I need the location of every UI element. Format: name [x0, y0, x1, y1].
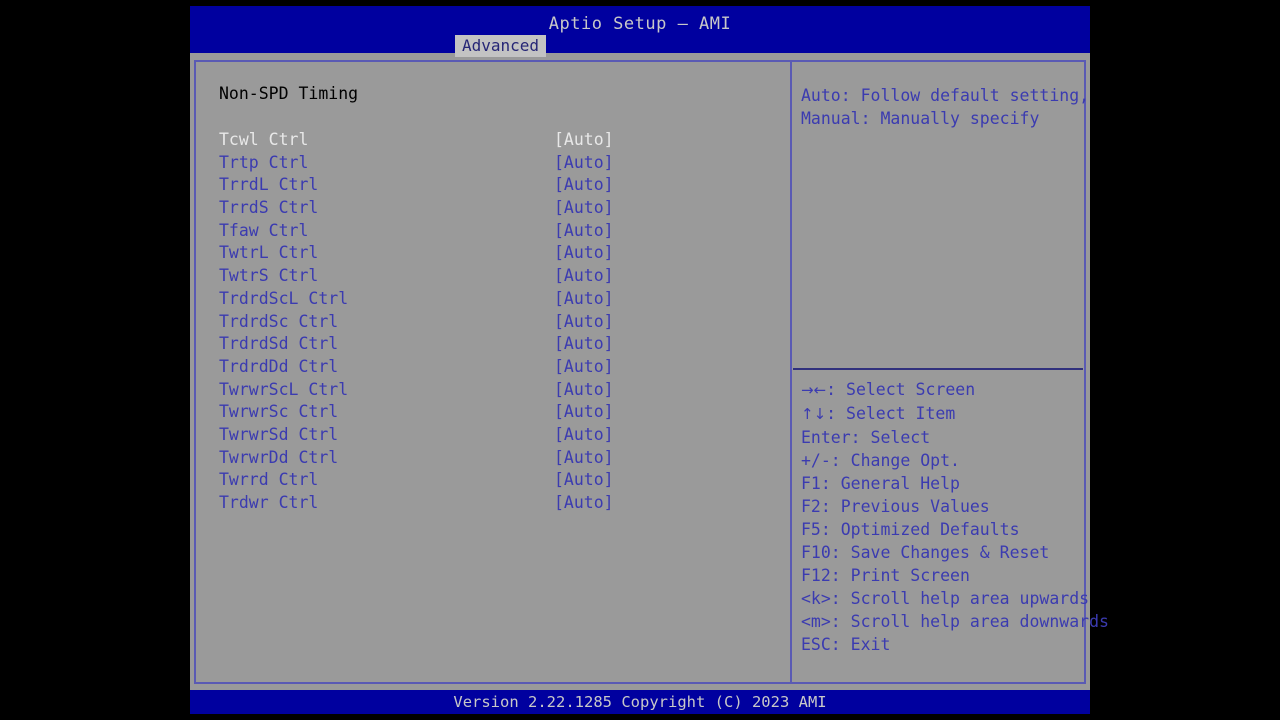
setting-value[interactable]: [Auto] [554, 243, 614, 262]
setting-value[interactable]: [Auto] [554, 380, 614, 399]
setting-row[interactable]: Trdwr Ctrl [Auto] [196, 493, 790, 516]
help-key-line: Enter: Select [801, 426, 1083, 449]
arrow-keys-icon: ↑↓ [801, 405, 827, 423]
help-key-line: F2: Previous Values [801, 495, 1083, 518]
help-key-text: <k>: Scroll help area upwards [801, 589, 1090, 608]
help-key-line: F10: Save Changes & Reset [801, 541, 1083, 564]
setting-row[interactable]: Tcwl Ctrl [Auto] [196, 130, 790, 153]
footer-bar: Version 2.22.1285 Copyright (C) 2023 AMI [190, 690, 1090, 714]
setting-value[interactable]: [Auto] [554, 266, 614, 285]
setting-label: TwrwrDd Ctrl [219, 447, 339, 467]
bios-setup-window: Aptio Setup – AMI Advanced Non-SPD Timin… [190, 6, 1109, 714]
help-key-text: ESC: Exit [801, 635, 891, 654]
help-separator [793, 368, 1083, 370]
help-panel: Auto: Follow default setting, Manual: Man… [792, 62, 1109, 682]
setting-row[interactable]: TrdrdSc Ctrl [Auto] [196, 312, 790, 335]
setting-row[interactable]: TrrdL Ctrl [Auto] [196, 175, 790, 198]
setting-label: TrdrdScL Ctrl [219, 288, 349, 308]
help-key-line: F12: Print Screen [801, 564, 1083, 587]
setting-value[interactable]: [Auto] [554, 175, 614, 194]
setting-value[interactable]: [Auto] [554, 357, 614, 376]
setting-label: TrrdS Ctrl [219, 198, 319, 218]
help-key-text: <m>: Scroll help area downwards [801, 612, 1109, 631]
setting-label: Trdwr Ctrl [219, 493, 319, 512]
setting-label: Tcwl Ctrl [219, 130, 309, 149]
setting-value[interactable]: [Auto] [554, 221, 614, 240]
setting-row[interactable]: TwrwrScL Ctrl [Auto] [196, 380, 790, 403]
section-heading: Non-SPD Timing [219, 84, 359, 103]
setting-value[interactable]: [Auto] [554, 448, 614, 467]
setting-label: TrrdL Ctrl [219, 175, 319, 195]
setting-value[interactable]: [Auto] [554, 198, 614, 217]
setting-row[interactable]: TwrwrSd Ctrl [Auto] [196, 425, 790, 448]
setting-label: Tfaw Ctrl [219, 220, 309, 240]
setting-label: TwrwrSd Ctrl [219, 424, 339, 444]
setting-row[interactable]: TwtrS Ctrl [Auto] [196, 266, 790, 289]
help-key-line: →←: Select Screen [801, 378, 1083, 402]
setting-row[interactable]: TwrwrDd Ctrl [Auto] [196, 448, 790, 471]
help-key-line: +/-: Change Opt. [801, 449, 1083, 472]
help-key-line: F1: General Help [801, 472, 1083, 495]
help-key-text: F12: Print Screen [801, 566, 970, 585]
setting-row[interactable]: TrrdS Ctrl [Auto] [196, 198, 790, 221]
setting-value[interactable]: [Auto] [554, 493, 614, 512]
setting-value[interactable]: [Auto] [554, 470, 614, 489]
help-key-text: : Select Item [826, 404, 956, 423]
version-text: Version 2.22.1285 Copyright (C) 2023 AMI [453, 693, 827, 711]
setting-value[interactable]: [Auto] [554, 312, 614, 331]
setting-row[interactable]: Twrrd Ctrl [Auto] [196, 470, 790, 493]
help-key-text: F2: Previous Values [801, 497, 990, 516]
setting-row[interactable]: TwtrL Ctrl [Auto] [196, 243, 790, 266]
page-title: Aptio Setup – AMI [548, 14, 732, 34]
setting-label: TwrwrSc Ctrl [219, 402, 339, 422]
setting-row[interactable]: Tfaw Ctrl [Auto] [196, 221, 790, 244]
help-key-legend: →←: Select Screen ↑↓: Select Item Enter: S… [801, 378, 1109, 656]
setting-value[interactable]: [Auto] [554, 425, 614, 444]
help-description-line: Auto: Follow default setting, [801, 86, 1090, 105]
setting-label: TwtrL Ctrl [219, 243, 319, 263]
settings-panel: Non-SPD Timing Tcwl Ctrl [Auto] Trtp Ctrl [… [196, 62, 790, 682]
help-key-line: <k>: Scroll help area upwards [801, 587, 1089, 610]
bios-screen: Aptio Setup – AMI Advanced Non-SPD Timin… [0, 0, 1280, 720]
help-key-text: F1: General Help [801, 474, 960, 493]
setting-label: TrdrdSd Ctrl [219, 334, 339, 354]
help-key-line: <m>: Scroll help area downwards [801, 610, 1109, 633]
tab-advanced[interactable]: Advanced [455, 35, 547, 57]
settings-list: Tcwl Ctrl [Auto] Trtp Ctrl [Auto] TrrdL Ctrl… [196, 130, 790, 516]
help-description-line: Manual: Manually specify [801, 109, 1040, 128]
setting-row[interactable]: Trtp Ctrl [Auto] [196, 153, 790, 176]
setting-label: TwrwrScL Ctrl [219, 379, 349, 399]
setting-row[interactable]: TrdrdScL Ctrl [Auto] [196, 289, 790, 312]
arrow-keys-icon: →← [801, 381, 827, 399]
content-frame: Non-SPD Timing Tcwl Ctrl [Auto] Trtp Ctrl [… [194, 60, 1109, 684]
setting-value[interactable]: [Auto] [554, 334, 614, 353]
help-key-line: F5: Optimized Defaults [801, 518, 1083, 541]
setting-label: Twrrd Ctrl [219, 470, 319, 490]
setting-label: TwtrS Ctrl [219, 266, 319, 286]
help-key-line: ESC: Exit [801, 633, 1083, 656]
setting-label: TrdrdSc Ctrl [219, 311, 339, 331]
setting-label: TrdrdDd Ctrl [219, 356, 339, 376]
setting-value[interactable]: [Auto] [554, 130, 614, 149]
title-bar: Aptio Setup – AMI Advanced [190, 6, 1090, 57]
setting-label: Trtp Ctrl [219, 152, 309, 172]
help-description: Auto: Follow default setting, Manual: Man… [801, 84, 1090, 130]
help-key-text: F5: Optimized Defaults [801, 520, 1020, 539]
help-key-text: Enter: Select [801, 428, 931, 447]
help-key-text: F10: Save Changes & Reset [801, 543, 1050, 562]
setting-row[interactable]: TrdrdSd Ctrl [Auto] [196, 334, 790, 357]
setting-value[interactable]: [Auto] [554, 153, 614, 172]
help-key-text: : Select Screen [826, 380, 976, 399]
setting-value[interactable]: [Auto] [554, 289, 614, 308]
setting-row[interactable]: TrdrdDd Ctrl [Auto] [196, 357, 790, 380]
menu-tab-bar: Advanced [190, 35, 1090, 57]
help-key-text: +/-: Change Opt. [801, 451, 960, 470]
help-key-line: ↑↓: Select Item [801, 402, 1083, 426]
setting-row[interactable]: TwrwrSc Ctrl [Auto] [196, 402, 790, 425]
setting-value[interactable]: [Auto] [554, 402, 614, 421]
